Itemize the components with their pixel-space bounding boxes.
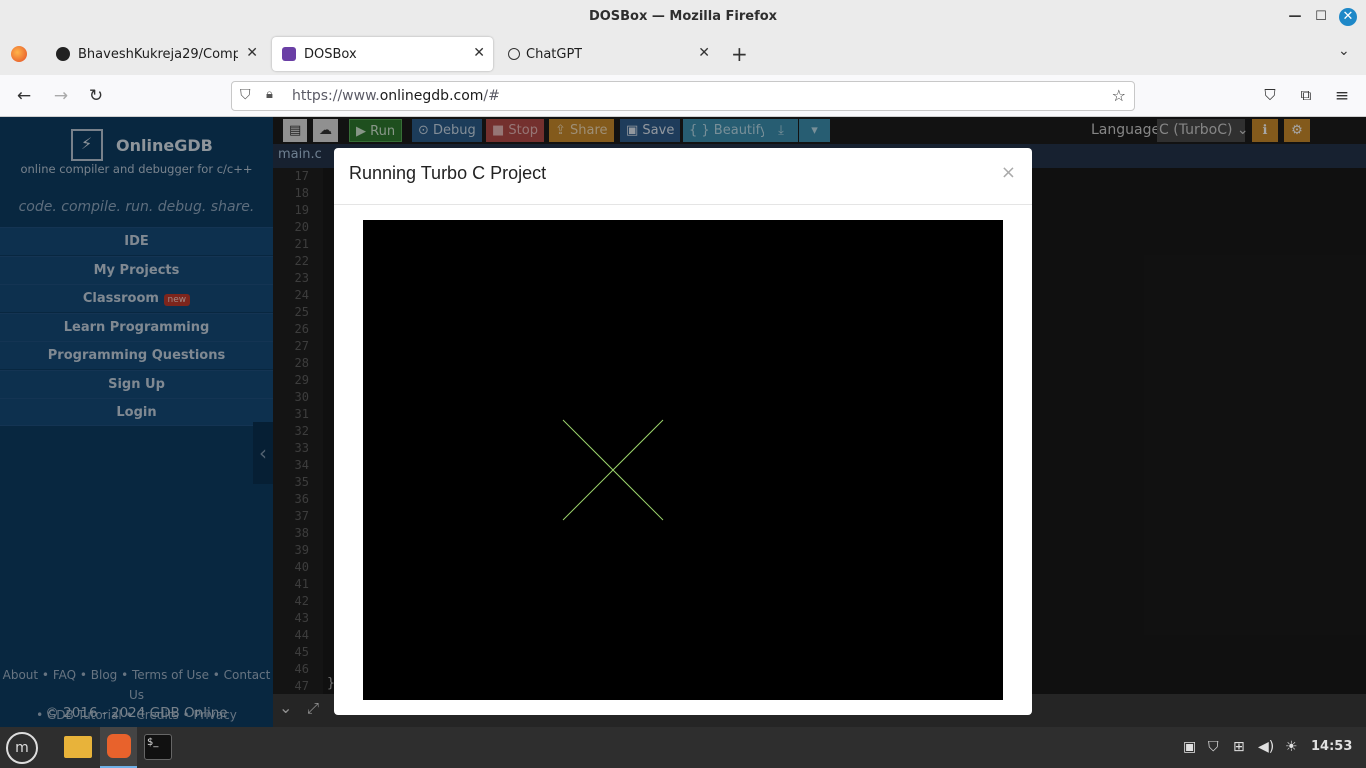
close-tab-icon[interactable]: ✕	[698, 45, 710, 61]
close-tab-icon[interactable]: ✕	[473, 45, 485, 61]
dosbox-graphics	[562, 419, 664, 521]
firefox-menu-icon[interactable]	[11, 46, 27, 62]
modal-title: Running Turbo C Project	[349, 163, 547, 183]
tab-label: DOSBox	[304, 47, 357, 62]
maximize-button[interactable]: ☐	[1312, 8, 1330, 26]
tab-bar: BhaveshKukreja29/Computer ✕ DOSBox ✕ Cha…	[0, 33, 1366, 75]
list-tabs-button[interactable]: ⌄	[1338, 43, 1350, 59]
tab-label: BhaveshKukreja29/Computer	[78, 47, 238, 62]
close-window-button[interactable]: ✕	[1339, 8, 1357, 26]
app-menu-icon[interactable]: ≡	[1331, 86, 1353, 106]
bookmark-star-icon[interactable]: ☆	[1112, 86, 1126, 105]
network-icon[interactable]: ⊞	[1233, 739, 1245, 755]
taskbar: m $_ ▣ ⛉ ⊞ ◀) ☀ 14:53	[0, 727, 1366, 768]
chatgpt-icon	[508, 48, 520, 60]
minimize-button[interactable]: —	[1286, 8, 1304, 26]
navigation-bar: ← → ↻ ⛉ 🔒︎ https://www.onlinegdb.com/# ☆…	[0, 75, 1366, 117]
reload-button[interactable]: ↻	[85, 86, 107, 106]
tab-chatgpt[interactable]: ChatGPT ✕	[498, 37, 718, 71]
back-button[interactable]: ←	[13, 86, 35, 106]
volume-icon[interactable]: ◀)	[1258, 739, 1274, 755]
url-bar[interactable]: ⛉ 🔒︎ https://www.onlinegdb.com/# ☆	[231, 81, 1135, 111]
tab-label: ChatGPT	[526, 47, 583, 62]
url-text: https://www.onlinegdb.com/#	[292, 88, 500, 104]
extensions-icon[interactable]: ⧉	[1295, 86, 1317, 104]
file-manager-icon[interactable]	[64, 736, 92, 758]
window-titlebar: DOSBox — Mozilla Firefox — ☐ ✕	[0, 0, 1366, 33]
clipboard-icon[interactable]: ▣	[1183, 739, 1196, 755]
run-modal: Running Turbo C Project ×	[334, 148, 1032, 715]
clock[interactable]: 14:53	[1311, 739, 1352, 754]
pocket-icon[interactable]: ⛉	[1259, 86, 1281, 104]
close-tab-icon[interactable]: ✕	[246, 45, 258, 61]
window-title: DOSBox — Mozilla Firefox	[588, 9, 778, 24]
mint-menu-icon[interactable]: m	[6, 732, 38, 764]
dosbox-screen[interactable]	[363, 220, 1003, 700]
firefox-taskbar-item[interactable]	[100, 727, 137, 768]
shield-update-icon[interactable]: ⛉	[1208, 739, 1219, 755]
brightness-icon[interactable]: ☀	[1285, 739, 1298, 755]
firefox-icon	[107, 734, 131, 758]
forward-button[interactable]: →	[50, 86, 72, 106]
shield-icon[interactable]: ⛉	[240, 87, 251, 103]
lock-icon[interactable]: 🔒︎	[266, 87, 273, 102]
new-tab-button[interactable]: +	[731, 42, 748, 66]
github-icon	[56, 47, 70, 61]
modal-divider	[334, 204, 1032, 205]
terminal-icon[interactable]: $_	[144, 734, 172, 760]
tab-github[interactable]: BhaveshKukreja29/Computer ✕	[46, 37, 266, 71]
modal-close-button[interactable]: ×	[1001, 162, 1016, 183]
onlinegdb-icon	[282, 47, 296, 61]
tab-dosbox[interactable]: DOSBox ✕	[272, 37, 493, 71]
